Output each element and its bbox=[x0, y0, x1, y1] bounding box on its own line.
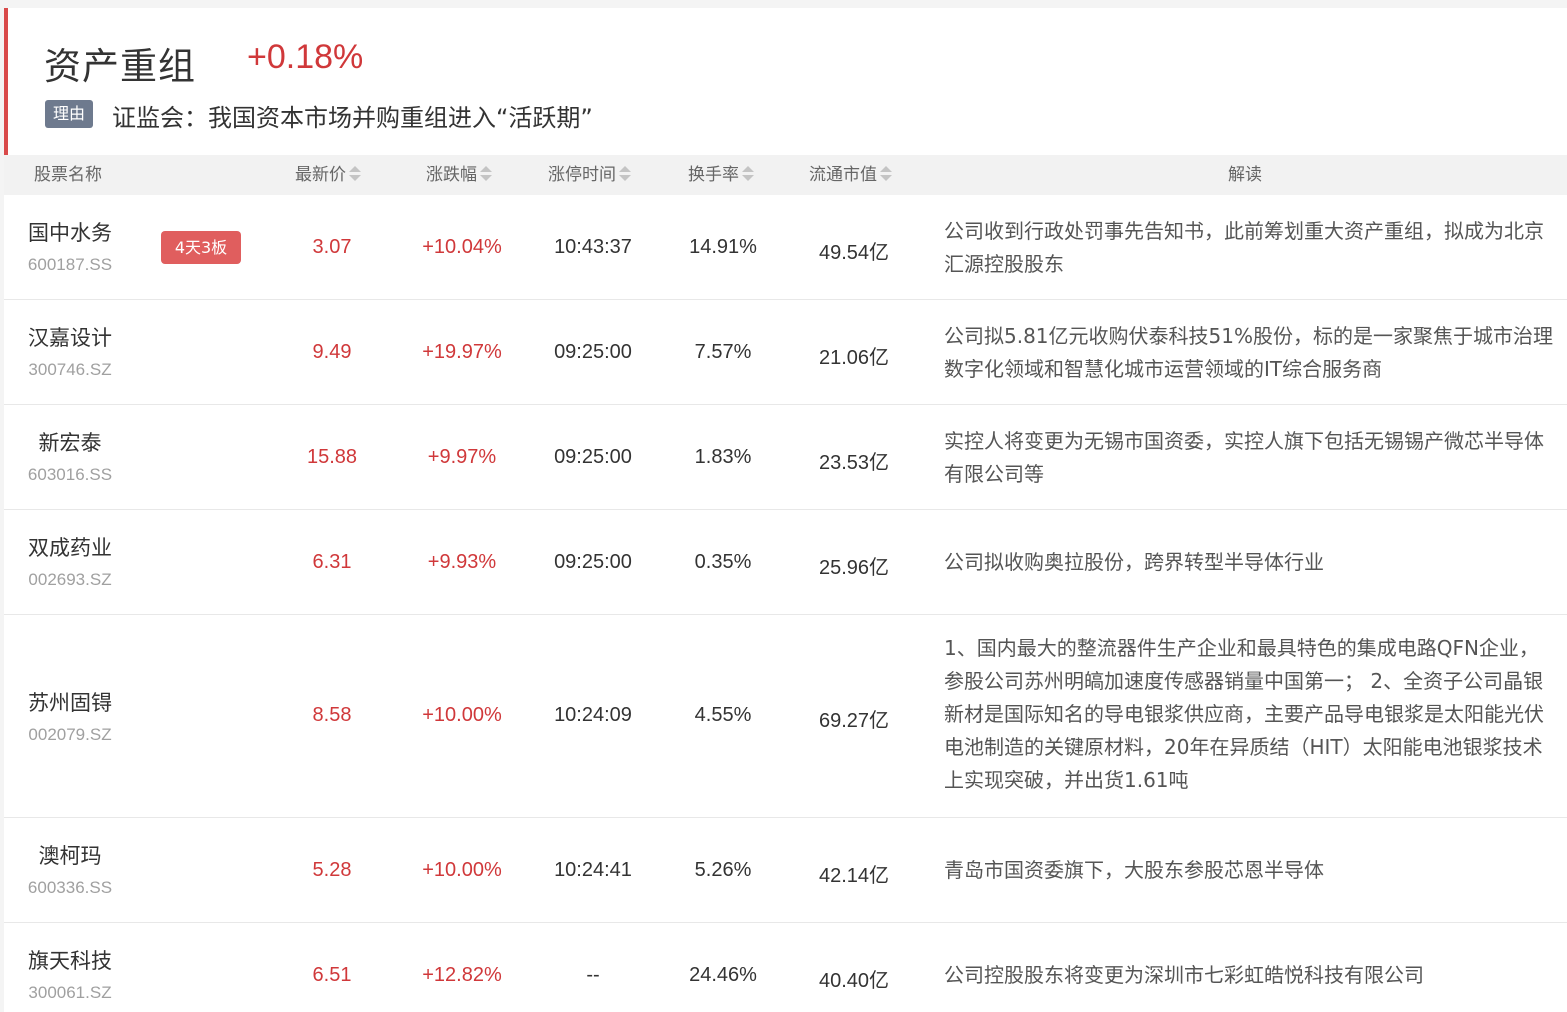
sort-icon[interactable] bbox=[619, 165, 631, 183]
market-cap: 49.54亿 bbox=[818, 242, 890, 264]
price: 9.49 bbox=[312, 341, 352, 363]
limit-time: 09:25:00 bbox=[554, 551, 632, 573]
price: 5.28 bbox=[312, 859, 352, 881]
stock-name[interactable]: 汉嘉设计 bbox=[4, 322, 136, 352]
pct-change: +9.97% bbox=[427, 446, 497, 468]
sort-icon[interactable] bbox=[480, 165, 492, 183]
turnover: 7.57% bbox=[694, 341, 752, 363]
price: 6.51 bbox=[312, 964, 352, 986]
stock-code: 300746.SZ bbox=[28, 360, 112, 379]
pct-change: +12.82% bbox=[422, 964, 502, 986]
price: 3.07 bbox=[312, 236, 352, 258]
turnover: 1.83% bbox=[694, 446, 752, 468]
table-row[interactable]: 双成药业 002693.SZ 6.31 +9.93% 09:25:00 0.35… bbox=[4, 510, 1567, 615]
sort-icon[interactable] bbox=[880, 165, 892, 183]
stock-code: 002079.SZ bbox=[28, 725, 112, 744]
turnover: 14.91% bbox=[689, 236, 757, 258]
turnover: 0.35% bbox=[694, 551, 752, 573]
price: 8.58 bbox=[312, 704, 352, 726]
description: 公司拟5.81亿元收购伏泰科技51%股份，标的是一家聚焦于城市治理数字化领域和智… bbox=[944, 324, 1553, 381]
market-cap: 21.06亿 bbox=[818, 347, 890, 369]
stock-name[interactable]: 澳柯玛 bbox=[4, 840, 136, 870]
price: 6.31 bbox=[312, 551, 352, 573]
concept-title: 资产重组 bbox=[44, 45, 196, 88]
pct-change: +9.93% bbox=[427, 551, 497, 573]
turnover: 4.55% bbox=[694, 704, 752, 726]
reason-tag: 理由 bbox=[45, 100, 93, 128]
table-row[interactable]: 国中水务 600187.SS 4天3板 3.07 +10.04% 10:43:3… bbox=[4, 195, 1567, 300]
pct-change: +10.00% bbox=[422, 859, 502, 881]
table-header: 股票名称 最新价 涨跌幅 涨停时间 换手率 流通市值 解读 bbox=[4, 155, 1567, 195]
stock-name[interactable]: 双成药业 bbox=[4, 532, 136, 562]
sort-icon[interactable] bbox=[349, 165, 361, 183]
sort-icon[interactable] bbox=[742, 165, 754, 183]
limit-up-badge: 4天3板 bbox=[161, 231, 241, 264]
concept-panel: 资产重组 +0.18% 理由 证监会：我国资本市场并购重组进入“活跃期” 股票名… bbox=[4, 8, 1567, 1012]
description: 实控人将变更为无锡市国资委，实控人旗下包括无锡锡产微芯半导体有限公司等 bbox=[944, 429, 1544, 486]
market-cap: 40.40亿 bbox=[818, 970, 890, 992]
limit-time: 10:43:37 bbox=[554, 236, 632, 258]
market-cap: 23.53亿 bbox=[818, 452, 890, 474]
table-row[interactable]: 澳柯玛 600336.SS 5.28 +10.00% 10:24:41 5.26… bbox=[4, 818, 1567, 923]
stock-code: 600336.SS bbox=[27, 878, 113, 897]
concept-change: +0.18% bbox=[247, 38, 364, 76]
description: 公司收到行政处罚事先告知书，此前筹划重大资产重组，拟成为北京汇源控股股东 bbox=[944, 219, 1544, 276]
stock-name[interactable]: 国中水务 bbox=[4, 217, 136, 247]
limit-time: 09:25:00 bbox=[554, 341, 632, 363]
turnover: 24.46% bbox=[689, 964, 757, 986]
col-pct[interactable]: 涨跌幅 bbox=[426, 155, 492, 195]
pct-change: +10.00% bbox=[422, 704, 502, 726]
stock-name[interactable]: 旗天科技 bbox=[4, 945, 136, 975]
reason-text: 证监会：我国资本市场并购重组进入“活跃期” bbox=[112, 104, 593, 132]
col-time[interactable]: 涨停时间 bbox=[548, 155, 631, 195]
stock-name[interactable]: 苏州固锝 bbox=[4, 687, 136, 717]
description: 公司拟收购奥拉股份，跨界转型半导体行业 bbox=[944, 550, 1324, 574]
limit-time: 10:24:41 bbox=[554, 859, 632, 881]
col-price[interactable]: 最新价 bbox=[295, 155, 361, 195]
market-cap: 69.27亿 bbox=[818, 710, 890, 732]
price: 15.88 bbox=[306, 446, 358, 468]
pct-change: +10.04% bbox=[422, 236, 502, 258]
limit-time: -- bbox=[586, 964, 600, 986]
stock-code: 300061.SZ bbox=[28, 983, 112, 1002]
table-row[interactable]: 新宏泰 603016.SS 15.88 +9.97% 09:25:00 1.83… bbox=[4, 405, 1567, 510]
description: 1、国内最大的整流器件生产企业和最具特色的集成电路QFN企业，参股公司苏州明皜加… bbox=[944, 636, 1544, 792]
market-cap: 25.96亿 bbox=[818, 557, 890, 579]
stock-code: 603016.SS bbox=[27, 465, 113, 484]
col-name: 股票名称 bbox=[34, 165, 102, 185]
table-row[interactable]: 旗天科技 300061.SZ 6.51 +12.82% -- 24.46% 40… bbox=[4, 923, 1567, 1012]
table-row[interactable]: 苏州固锝 002079.SZ 8.58 +10.00% 10:24:09 4.5… bbox=[4, 615, 1567, 818]
table-row[interactable]: 汉嘉设计 300746.SZ 9.49 +19.97% 09:25:00 7.5… bbox=[4, 300, 1567, 405]
pct-change: +19.97% bbox=[422, 341, 502, 363]
description: 公司控股股东将变更为深圳市七彩虹皓悦科技有限公司 bbox=[944, 963, 1424, 987]
stock-code: 002693.SZ bbox=[28, 570, 112, 589]
limit-time: 10:24:09 bbox=[554, 704, 632, 726]
concept-header: 资产重组 +0.18% 理由 证监会：我国资本市场并购重组进入“活跃期” bbox=[4, 8, 1567, 155]
market-cap: 42.14亿 bbox=[818, 865, 890, 887]
stock-code: 600187.SS bbox=[27, 255, 113, 274]
col-cap[interactable]: 流通市值 bbox=[809, 155, 892, 195]
col-turnover[interactable]: 换手率 bbox=[688, 155, 754, 195]
stock-name[interactable]: 新宏泰 bbox=[4, 427, 136, 457]
turnover: 5.26% bbox=[694, 859, 752, 881]
description: 青岛市国资委旗下，大股东参股芯恩半导体 bbox=[944, 858, 1324, 882]
col-desc: 解读 bbox=[1228, 165, 1262, 185]
limit-time: 09:25:00 bbox=[554, 446, 632, 468]
